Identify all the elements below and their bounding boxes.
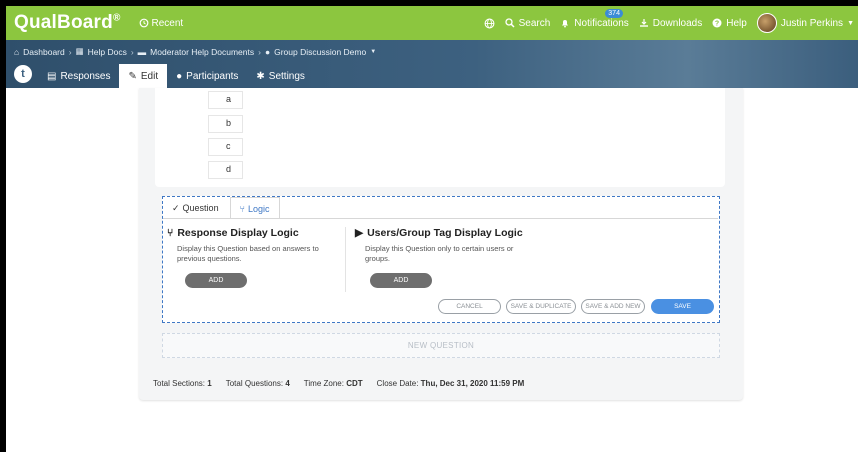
notification-count-badge: 374 — [605, 8, 623, 18]
breadcrumb-separator: › — [68, 46, 72, 57]
responses-icon: ▤ — [47, 70, 57, 82]
globe-button[interactable] — [484, 18, 495, 29]
breadcrumb-separator: › — [130, 46, 134, 57]
option-label: c — [226, 141, 231, 151]
editor-tabs: ✓ Question ⑂ Logic — [163, 197, 280, 219]
check-icon: ✓ — [172, 202, 180, 213]
top-navbar: QualBoard® Recent Search Notifications 3… — [6, 6, 858, 40]
tab-responses[interactable]: ▤ Responses — [38, 64, 119, 88]
save-duplicate-button[interactable]: SAVE & DUPLICATE — [506, 299, 576, 314]
response-logic-section: ⑂ Response Display Logic Display this Que… — [167, 227, 319, 264]
timezone-value: CDT — [346, 379, 363, 388]
breadcrumb-item-dashboard[interactable]: Dashboard — [23, 47, 65, 57]
users-logic-title: Users/Group Tag Display Logic — [367, 227, 523, 239]
tag-icon: ▶ — [355, 227, 364, 239]
user-menu[interactable]: Justin Perkins ▼ — [756, 13, 854, 33]
response-logic-title: Response Display Logic — [177, 227, 299, 239]
subnav-bar: ⌂ Dashboard › ▦ Help Docs › ▬ Moderator … — [6, 40, 858, 88]
logic-editor: ✓ Question ⑂ Logic ⑂ Response Display Log… — [162, 196, 720, 323]
downloads-button[interactable]: Downloads — [639, 18, 702, 29]
tab-logic[interactable]: ⑂ Logic — [229, 197, 280, 219]
breadcrumb-item-group-discussion[interactable]: Group Discussion Demo — [274, 47, 366, 57]
add-response-logic-button[interactable]: ADD — [185, 273, 247, 288]
option-label: d — [226, 164, 232, 174]
search-icon — [504, 18, 515, 28]
help-button[interactable]: ? Help — [712, 18, 747, 29]
edit-icon: ✎ — [128, 70, 137, 82]
app-window: QualBoard® Recent Search Notifications 3… — [0, 0, 858, 452]
save-add-new-button[interactable]: SAVE & ADD NEW — [581, 299, 645, 314]
total-sections-value: 1 — [207, 379, 212, 388]
gear-icon: ✱ — [256, 70, 265, 82]
breadcrumb-item-help-docs[interactable]: Help Docs — [88, 47, 127, 57]
question-editor-card: a b c d ✓ Question ⑂ Logic ⑂ Response Di… — [139, 88, 743, 400]
recent-button[interactable]: Recent — [139, 18, 183, 29]
chat-icon: ● — [264, 46, 271, 57]
app-logo[interactable]: QualBoard® — [6, 12, 121, 34]
tab-settings[interactable]: ✱ Settings — [247, 64, 314, 88]
caret-down-icon[interactable]: ▼ — [370, 49, 376, 55]
app-switcher-button[interactable]: t — [14, 65, 32, 83]
breadcrumb-item-moderator-docs[interactable]: Moderator Help Documents — [150, 47, 254, 57]
column-divider — [345, 227, 346, 292]
tab-divider — [163, 218, 718, 219]
tab-edit[interactable]: ✎ Edit — [119, 64, 168, 88]
chevron-down-icon: ▼ — [847, 19, 854, 27]
download-icon — [639, 19, 648, 27]
option-label: a — [226, 94, 232, 104]
users-logic-section: ▶ Users/Group Tag Display Logic Display t… — [355, 227, 523, 264]
bell-icon — [562, 20, 569, 28]
user-icon: ● — [176, 70, 183, 82]
building-icon: ▦ — [75, 46, 84, 56]
total-questions-value: 4 — [285, 379, 290, 388]
folder-icon: ▬ — [137, 46, 147, 57]
breadcrumb-separator: › — [258, 46, 261, 57]
save-button[interactable]: SAVE — [651, 299, 714, 314]
svg-text:?: ? — [715, 21, 719, 28]
users-logic-desc: Display this Question only to certain us… — [365, 244, 514, 263]
home-icon: ⌂ — [14, 46, 20, 57]
tab-bar: t ▤ Responses ✎ Edit ● Participants ✱ Se… — [6, 61, 314, 88]
cancel-button[interactable]: CANCEL — [438, 299, 501, 314]
help-icon: ? — [712, 18, 722, 28]
tab-question[interactable]: ✓ Question — [163, 197, 228, 219]
option-label: b — [226, 118, 232, 128]
survey-summary: Total Sections: 1 Total Questions: 4 Tim… — [153, 379, 525, 388]
search-button[interactable]: Search — [504, 18, 550, 29]
branch-icon: ⑂ — [239, 203, 245, 214]
question-preview: a b c d — [155, 88, 725, 187]
tab-participants[interactable]: ● Participants — [167, 64, 247, 88]
add-users-logic-button[interactable]: ADD — [370, 273, 432, 288]
breadcrumb: ⌂ Dashboard › ▦ Help Docs › ▬ Moderator … — [14, 46, 376, 57]
notifications-button[interactable]: Notifications 374 — [560, 8, 629, 29]
history-icon — [139, 18, 148, 28]
branch-icon: ⑂ — [167, 227, 174, 239]
avatar — [756, 13, 777, 33]
response-logic-desc: Display this Question based on answers t… — [177, 244, 319, 263]
new-question-button[interactable]: NEW QUESTION — [162, 333, 720, 358]
close-date-value: Thu, Dec 31, 2020 11:59 PM — [420, 379, 525, 388]
globe-icon — [484, 18, 495, 28]
